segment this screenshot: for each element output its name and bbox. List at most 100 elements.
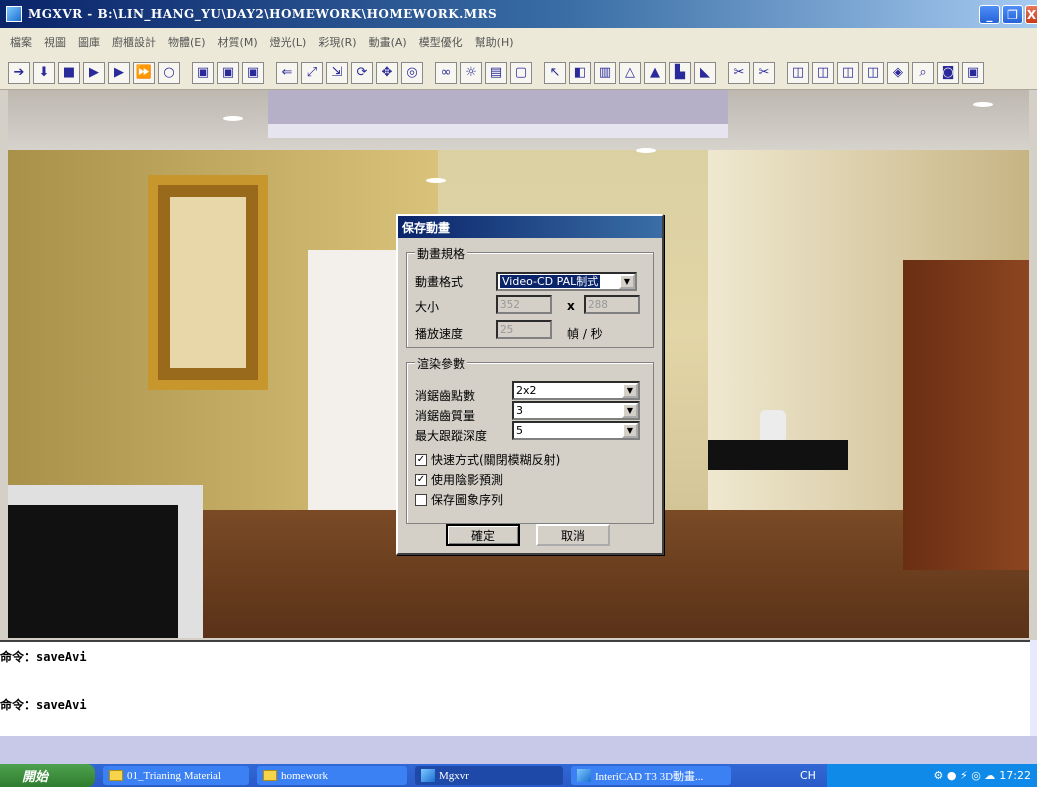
menu-file[interactable]: 檔案 (10, 34, 32, 50)
command-line: 命令：saveAvi (0, 650, 87, 664)
toolbar: ➔ ⬇ ■ ▶ ▶ ⏩ ○ ▣ ▣ ▣ ⇐ ⤢ ⇲ ⟳ ✥ ◎ ∞ ☼ ▤ ▢ … (0, 56, 1037, 90)
view-cube-2-icon[interactable]: ▣ (217, 61, 239, 84)
arrow-left-icon[interactable]: ⇐ (276, 61, 298, 84)
circle-icon[interactable]: ○ (158, 61, 180, 84)
menu-lighting[interactable]: 燈光(L) (270, 34, 307, 50)
menu-material[interactable]: 材質(M) (218, 34, 258, 50)
move-icon[interactable]: ⇲ (326, 61, 348, 84)
roof-icon[interactable]: △ (619, 61, 641, 84)
menu-render[interactable]: 彩現(R) (318, 34, 356, 50)
taskbar: 開始 01_Trianing Material homework Mgxvr I… (0, 764, 1037, 787)
fast-mode-checkbox[interactable]: ✓ (415, 453, 427, 466)
task-label: Mgxvr (439, 769, 469, 782)
shadow-pred-row[interactable]: ✓ 使用陰影預測 (415, 471, 503, 488)
language-indicator[interactable]: CH (800, 764, 816, 787)
menu-animation[interactable]: 動畫(A) (369, 34, 407, 50)
format-label: 動畫格式 (415, 275, 464, 289)
wall-icon[interactable]: ▥ (594, 61, 616, 84)
stairs-icon[interactable]: ▙ (669, 61, 691, 84)
ok-button[interactable]: 確定 (446, 524, 520, 546)
chevron-down-icon[interactable]: ▼ (622, 423, 638, 438)
task-intericad[interactable]: InteriCAD T3 3D動畫... (571, 766, 731, 785)
table-lamp (760, 410, 786, 440)
fast-mode-row[interactable]: ✓ 快速方式(關閉模糊反射) (415, 451, 560, 468)
ceiling-light (426, 178, 446, 183)
window-icon[interactable]: ▢ (510, 61, 532, 84)
aa-quality-select[interactable]: 3 ▼ (512, 401, 640, 420)
task-label: 01_Trianing Material (127, 769, 221, 782)
shadow-pred-label: 使用陰影預測 (431, 473, 504, 487)
save-animation-dialog: 保存動畫 動畫規格 動畫格式 Video-CD PAL制式 ▼ 大小 352 x… (396, 214, 664, 555)
chevron-down-icon[interactable]: ▼ (622, 403, 638, 418)
task-label: homework (281, 769, 329, 782)
play-next-icon[interactable]: ⏩ (133, 61, 155, 84)
save-seq-row[interactable]: 保存圖象序列 (415, 491, 503, 508)
zoom-icon[interactable]: ⌕ (912, 61, 934, 84)
pan-icon[interactable]: ✥ (376, 61, 398, 84)
start-button[interactable]: 開始 (0, 764, 95, 787)
menu-object[interactable]: 物體(E) (168, 34, 206, 50)
tool-b-icon[interactable]: ✂ (753, 61, 775, 84)
select-arrow-icon[interactable]: ↖ (544, 61, 566, 84)
mgxvr-icon (421, 769, 435, 782)
aa-quality-label: 消鋸齒質量 (415, 409, 476, 423)
save-seq-checkbox[interactable] (415, 493, 427, 506)
dialog-title: 保存動畫 (398, 216, 662, 238)
menu-cabinet-design[interactable]: 廚櫃設計 (112, 34, 156, 50)
triangle-icon[interactable]: ▲ (644, 61, 666, 84)
menu-help[interactable]: 幫助(H) (475, 34, 514, 50)
arrow-red-icon[interactable]: ➔ (8, 61, 30, 84)
task-homework[interactable]: homework (257, 766, 407, 785)
system-tray: ⚙ ● ⚡ ◎ ☁ 17:22 (827, 764, 1037, 787)
view-iso-icon[interactable]: ◈ (887, 61, 909, 84)
arrow-down-icon[interactable]: ⬇ (33, 61, 55, 84)
task-mgxvr[interactable]: Mgxvr (415, 766, 563, 785)
view-back-icon[interactable]: ◫ (812, 61, 834, 84)
view-right-icon[interactable]: ◫ (862, 61, 884, 84)
shadow-pred-checkbox[interactable]: ✓ (415, 473, 427, 486)
tray-icons[interactable]: ⚙ ● ⚡ ◎ ☁ (934, 769, 996, 782)
chevron-down-icon[interactable]: ▼ (619, 274, 635, 289)
trace-depth-select[interactable]: 5 ▼ (512, 421, 640, 440)
width-field: 352 (496, 295, 552, 314)
aa-points-select[interactable]: 2x2 ▼ (512, 381, 640, 400)
cancel-button[interactable]: 取消 (536, 524, 610, 546)
menu-model-optimize[interactable]: 模型優化 (419, 34, 463, 50)
folder-icon (263, 770, 277, 781)
tv (8, 485, 203, 638)
slope-icon[interactable]: ◣ (694, 61, 716, 84)
close-button[interactable]: X (1025, 5, 1037, 24)
fullscreen-icon[interactable]: ▣ (962, 61, 984, 84)
image-icon[interactable]: ▤ (485, 61, 507, 84)
zoom-extent-icon[interactable]: ◙ (937, 61, 959, 84)
tool-a-icon[interactable]: ✂ (728, 61, 750, 84)
menu-library[interactable]: 圖庫 (78, 34, 100, 50)
maximize-button[interactable]: ❐ (1002, 5, 1023, 24)
scale-icon[interactable]: ⤢ (301, 61, 323, 84)
view-front-icon[interactable]: ◫ (787, 61, 809, 84)
task-training-material[interactable]: 01_Trianing Material (103, 766, 249, 785)
rotate-icon[interactable]: ⟳ (351, 61, 373, 84)
play-icon[interactable]: ▶ (108, 61, 130, 84)
view-cube-3-icon[interactable]: ▣ (242, 61, 264, 84)
task-label: InteriCAD T3 3D動畫... (595, 770, 704, 783)
box-icon[interactable]: ◧ (569, 61, 591, 84)
link-icon[interactable]: ∞ (435, 61, 457, 84)
speed-unit: 幀 / 秒 (567, 327, 603, 341)
command-output[interactable]: 命令：saveAvi 命令：saveAvi (0, 640, 1030, 736)
ceiling-light (223, 116, 243, 121)
chevron-down-icon[interactable]: ▼ (622, 383, 638, 398)
command-scrollbar[interactable] (1030, 640, 1037, 736)
view-cube-1-icon[interactable]: ▣ (192, 61, 214, 84)
menu-view[interactable]: 視圖 (44, 34, 66, 50)
light-icon[interactable]: ☼ (460, 61, 482, 84)
square-icon[interactable]: ■ (58, 61, 80, 84)
orbit-icon[interactable]: ◎ (401, 61, 423, 84)
minimize-button[interactable]: _ (979, 5, 1000, 24)
ceiling-light (973, 102, 993, 107)
menu-bar: 檔案 視圖 圖庫 廚櫃設計 物體(E) 材質(M) 燈光(L) 彩現(R) 動畫… (0, 28, 1037, 56)
size-x: x (567, 299, 575, 313)
view-left-icon[interactable]: ◫ (837, 61, 859, 84)
play-color-icon[interactable]: ▶ (83, 61, 105, 84)
format-select[interactable]: Video-CD PAL制式 ▼ (496, 272, 637, 291)
